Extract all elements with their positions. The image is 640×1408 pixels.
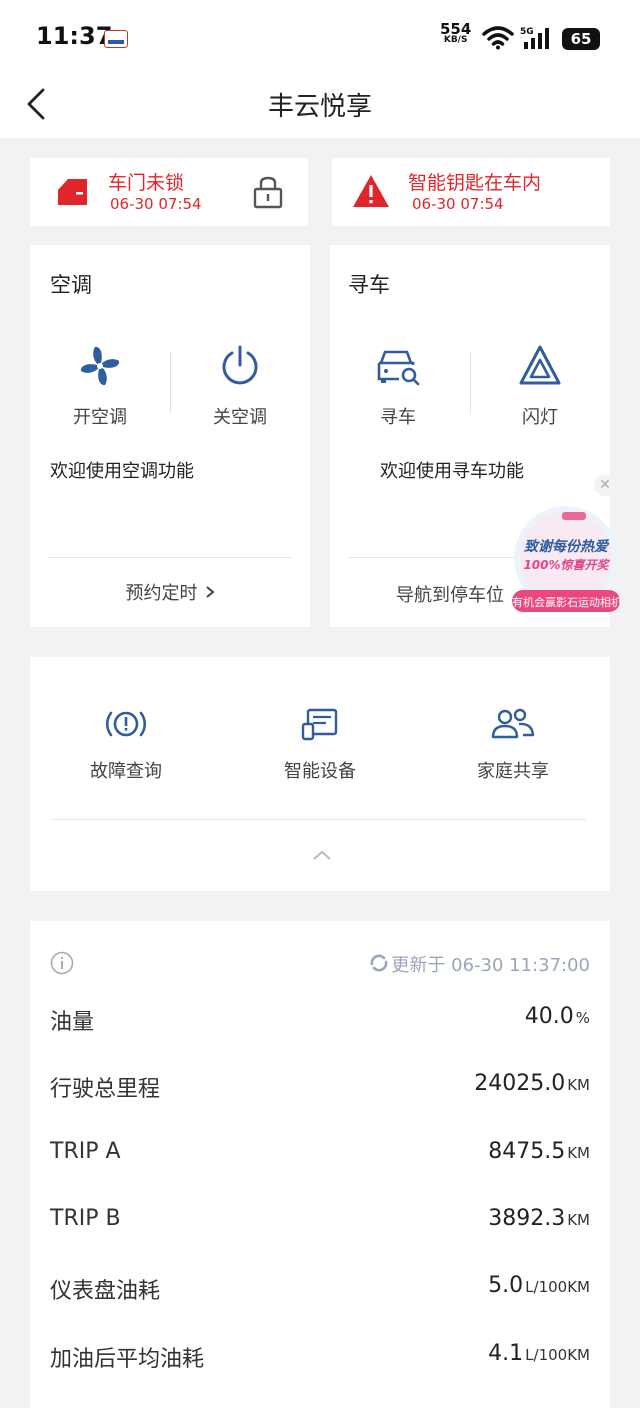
refresh-icon[interactable] bbox=[368, 952, 390, 974]
air-conditioner-card: 空调 开空调 关空调 欢迎使用空调功能 预约定时 bbox=[30, 245, 310, 627]
fault-query-icon bbox=[106, 711, 146, 737]
fault-query-label: 故障查询 bbox=[90, 761, 162, 782]
alert-time: 06-30 07:54 bbox=[412, 195, 504, 213]
stat-value: 4.1 L/100KM bbox=[488, 1341, 590, 1366]
stat-unit: KM bbox=[567, 1076, 590, 1094]
ac-off-button[interactable]: 关空调 bbox=[180, 343, 300, 429]
power-icon bbox=[222, 345, 258, 385]
find-car-label: 寻车 bbox=[380, 407, 416, 428]
app-header: 丰云悦享 bbox=[0, 72, 640, 138]
smart-device-label: 智能设备 bbox=[284, 761, 356, 782]
door-unlocked-alert[interactable]: 车门未锁 06-30 07:54 bbox=[30, 158, 308, 226]
stat-label: TRIP B bbox=[50, 1206, 121, 1231]
stat-unit: % bbox=[575, 1009, 590, 1027]
stat-row-trip-b: TRIP B 3892.3 KM bbox=[50, 1200, 590, 1240]
stat-row-trip-a: TRIP A 8475.5 KM bbox=[50, 1133, 590, 1173]
network-speed: 554 KB/S bbox=[440, 20, 472, 46]
stat-number: 24025.0 bbox=[474, 1071, 566, 1096]
stat-number: 5.0 bbox=[488, 1273, 524, 1298]
promo-cta-button[interactable]: 有机会赢影石运动相机 bbox=[512, 590, 620, 612]
promo-widget[interactable]: 致谢每份热爱 100%惊喜开奖 有机会赢影石运动相机 bbox=[510, 506, 622, 616]
ac-off-label: 关空调 bbox=[213, 407, 267, 428]
stat-value: 40.0% bbox=[525, 1004, 590, 1029]
wifi-icon bbox=[482, 26, 514, 50]
lock-icon[interactable] bbox=[252, 176, 284, 210]
stat-label: 行驶总里程 bbox=[50, 1077, 161, 1102]
stat-number: 3892.3 bbox=[488, 1206, 566, 1231]
promo-line-1: 致谢每份热爱 bbox=[524, 539, 608, 555]
ac-schedule-link[interactable]: 预约定时 bbox=[30, 579, 310, 605]
cellular-signal-icon: 5G bbox=[520, 27, 549, 49]
stat-label: 加油后平均油耗 bbox=[50, 1347, 205, 1372]
stat-value: 8475.5 KM bbox=[488, 1139, 590, 1164]
navigate-to-parking-link[interactable]: 导航到停车位 bbox=[396, 581, 504, 607]
stat-row-dashboard-consumption: 仪表盘油耗 5.0 L/100KM bbox=[50, 1267, 590, 1307]
ac-welcome-text: 欢迎使用空调功能 bbox=[50, 461, 194, 482]
find-car-welcome-text: 欢迎使用寻车功能 bbox=[380, 461, 524, 482]
alert-title: 车门未锁 bbox=[108, 172, 185, 194]
stat-label: 仪表盘油耗 bbox=[50, 1279, 161, 1304]
stat-number: 40.0 bbox=[524, 1004, 574, 1029]
stat-value: 24025.0 KM bbox=[474, 1071, 590, 1096]
stat-unit: KM bbox=[567, 1211, 590, 1229]
chevron-right-icon bbox=[205, 586, 215, 598]
stat-value: 5.0 L/100KM bbox=[488, 1273, 590, 1298]
network-speed-value: 554 bbox=[440, 20, 472, 38]
stat-row-odometer: 行驶总里程 24025.0 KM bbox=[50, 1065, 590, 1105]
network-type: 5G bbox=[520, 27, 534, 37]
car-door-icon bbox=[58, 179, 87, 205]
stat-row-avg-consumption: 加油后平均油耗 4.1 L/100KM bbox=[50, 1335, 590, 1375]
family-share-icon bbox=[491, 708, 535, 739]
close-promo-button[interactable]: ✕ bbox=[594, 474, 616, 496]
stat-label: 油量 bbox=[50, 1010, 95, 1035]
ac-on-button[interactable]: 开空调 bbox=[40, 343, 160, 429]
fault-query-button[interactable]: 故障查询 bbox=[46, 707, 206, 783]
divider bbox=[48, 557, 292, 558]
stat-label: TRIP A bbox=[50, 1139, 121, 1164]
stat-number: 8475.5 bbox=[488, 1139, 566, 1164]
functions-card: 故障查询 智能设备 家庭共享 bbox=[30, 657, 610, 891]
divider bbox=[470, 351, 471, 413]
app-notification-icon bbox=[104, 30, 128, 48]
smart-device-icon bbox=[301, 708, 338, 741]
hazard-lights-icon bbox=[519, 345, 561, 385]
family-share-label: 家庭共享 bbox=[477, 761, 549, 782]
family-share-button[interactable]: 家庭共享 bbox=[433, 707, 593, 783]
smart-key-alert[interactable]: 智能钥匙在车内 06-30 07:54 bbox=[332, 158, 610, 226]
page-title: 丰云悦享 bbox=[267, 92, 372, 122]
warning-icon bbox=[353, 175, 389, 207]
find-car-button[interactable]: 寻车 bbox=[338, 343, 458, 429]
car-search-icon bbox=[377, 350, 420, 386]
ac-schedule-label: 预约定时 bbox=[125, 583, 198, 604]
last-updated-text: 更新于 06-30 11:37:00 bbox=[391, 955, 590, 976]
divider bbox=[170, 351, 171, 413]
network-speed-unit: KB/S bbox=[443, 35, 468, 45]
section-title-ac: 空调 bbox=[50, 273, 92, 297]
alert-time: 06-30 07:54 bbox=[110, 195, 202, 213]
status-time: 11:37 bbox=[36, 22, 113, 50]
stat-value: 3892.3 KM bbox=[488, 1206, 590, 1231]
stat-row-fuel: 油量 40.0% bbox=[50, 998, 590, 1038]
info-icon[interactable] bbox=[50, 951, 74, 975]
stat-unit: KM bbox=[567, 1144, 590, 1162]
divider bbox=[52, 819, 586, 820]
promo-cta-label: 有机会赢影石运动相机 bbox=[512, 596, 620, 609]
promo-line-2: 100%惊喜开奖 bbox=[523, 558, 609, 572]
stat-unit: L/100KM bbox=[525, 1346, 590, 1364]
status-bar: 11:37 554 KB/S 5G 65 bbox=[0, 0, 640, 72]
fan-icon bbox=[80, 346, 120, 386]
stat-unit: L/100KM bbox=[525, 1278, 590, 1296]
stat-number: 4.1 bbox=[488, 1341, 524, 1366]
alert-title: 智能钥匙在车内 bbox=[408, 172, 542, 194]
section-title-find-car: 寻车 bbox=[348, 273, 390, 297]
battery-indicator: 65 bbox=[562, 28, 600, 50]
chevron-up-icon[interactable] bbox=[312, 849, 332, 861]
ac-on-label: 开空调 bbox=[73, 407, 127, 428]
flash-lights-button[interactable]: 闪灯 bbox=[480, 343, 600, 429]
flash-lights-label: 闪灯 bbox=[522, 407, 558, 428]
smart-device-button[interactable]: 智能设备 bbox=[240, 707, 400, 783]
